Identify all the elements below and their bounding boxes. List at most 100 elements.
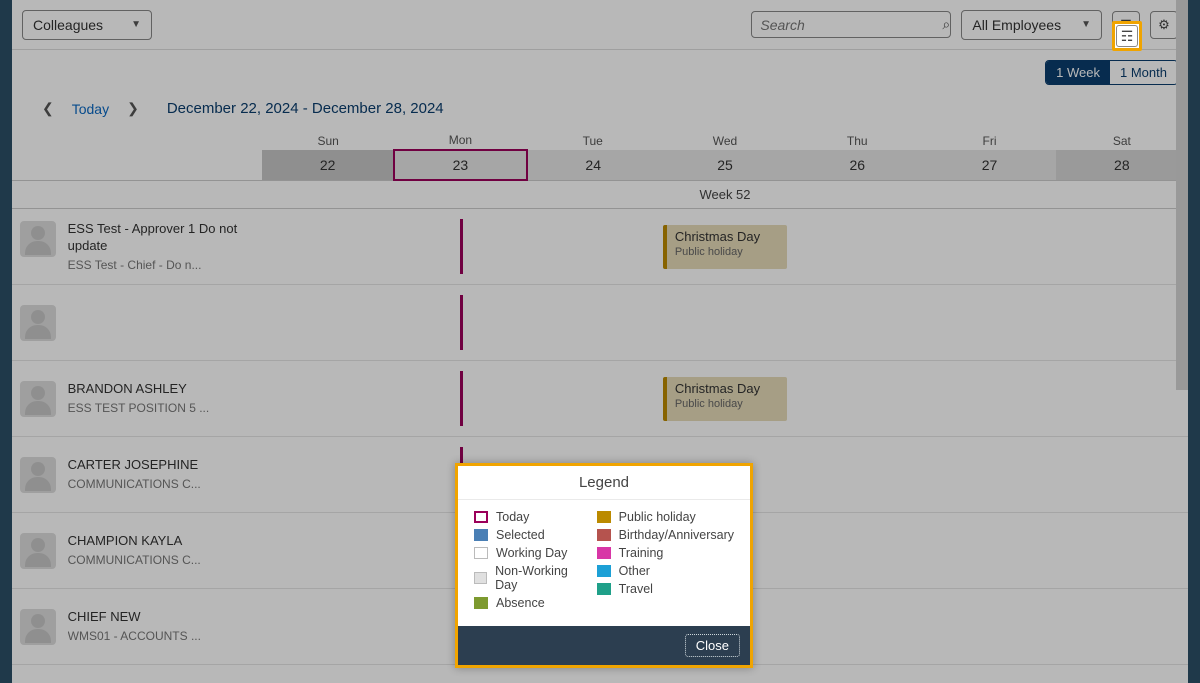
chevron-down-icon: ▼ — [1081, 19, 1091, 30]
day-head-sat: Sat — [1056, 127, 1188, 150]
legend-swatch — [597, 583, 611, 595]
legend-label: Selected — [496, 528, 545, 542]
legend-label: Absence — [496, 596, 545, 610]
event-title: Christmas Day — [675, 229, 779, 244]
settings-button[interactable]: ⚙ — [1150, 11, 1178, 39]
legend-close-button[interactable]: Close — [685, 634, 740, 657]
legend-button[interactable]: ☶ — [1116, 25, 1138, 47]
calendar-event[interactable]: Christmas Day Public holiday — [663, 225, 787, 269]
legend-swatch — [597, 547, 611, 559]
today-button[interactable]: Today — [72, 101, 109, 117]
employee-subtitle: ESS TEST POSITION 5 ... — [68, 401, 210, 415]
legend-item: Selected — [474, 528, 587, 542]
legend-item: Absence — [474, 596, 587, 610]
legend-label: Non-Working Day — [495, 564, 587, 592]
week-row: Week 52 — [12, 180, 1188, 209]
employee-row: BRANDON ASHLEY ESS TEST POSITION 5 ... C… — [12, 361, 1188, 437]
legend-label: Today — [496, 510, 529, 524]
calendar-event[interactable]: Christmas Day Public holiday — [663, 377, 787, 421]
view-toggle-row: 1 Week 1 Month — [12, 50, 1188, 85]
employee-name: CHAMPION KAYLA — [68, 533, 201, 550]
legend-button-highlight: ☶ — [1112, 21, 1142, 51]
legend-item: Training — [597, 546, 734, 560]
avatar — [20, 381, 56, 417]
nav-row: ❮ Today ❯ December 22, 2024 - December 2… — [12, 85, 1188, 127]
legend-title: Legend — [458, 466, 750, 500]
legend-label: Public holiday — [619, 510, 696, 524]
employee-row: ESS Test - Approver 1 Do not update ESS … — [12, 209, 1188, 285]
employee-name: BRANDON ASHLEY — [68, 381, 210, 398]
legend-swatch — [597, 529, 611, 541]
avatar — [20, 457, 56, 493]
avatar — [20, 221, 56, 257]
avatar — [20, 533, 56, 569]
next-week-button[interactable]: ❯ — [127, 100, 139, 117]
date-range: December 22, 2024 - December 28, 2024 — [167, 100, 444, 117]
day-head-fri: Fri — [923, 127, 1055, 150]
avatar — [20, 305, 56, 341]
date-cell-thu[interactable]: 26 — [791, 150, 923, 180]
today-marker — [460, 295, 463, 350]
employee-name: CHIEF NEW — [68, 609, 201, 626]
legend-swatch — [474, 597, 488, 609]
colleagues-dropdown[interactable]: Colleagues ▼ — [22, 10, 152, 40]
view-week-button[interactable]: 1 Week — [1046, 61, 1110, 84]
legend-item: Working Day — [474, 546, 587, 560]
today-marker — [460, 371, 463, 426]
view-month-button[interactable]: 1 Month — [1110, 61, 1177, 84]
date-cell-mon[interactable]: 23 — [394, 150, 526, 180]
date-row: 22 23 24 25 26 27 28 — [12, 150, 1188, 180]
legend-item: Public holiday — [597, 510, 734, 524]
legend-footer: Close — [458, 626, 750, 665]
day-header-row: Sun Mon Tue Wed Thu Fri Sat — [12, 127, 1188, 150]
scrollbar[interactable] — [1176, 0, 1188, 390]
event-title: Christmas Day — [675, 381, 779, 396]
chevron-down-icon: ▼ — [131, 19, 141, 30]
employee-subtitle: WMS01 - ACCOUNTS ... — [68, 629, 201, 643]
search-input[interactable] — [760, 17, 942, 33]
legend-label: Working Day — [496, 546, 567, 560]
search-icon: ⌕ — [942, 16, 950, 33]
legend-item: Birthday/Anniversary — [597, 528, 734, 542]
today-marker — [460, 219, 463, 274]
employee-name: CARTER JOSEPHINE — [68, 457, 201, 474]
legend-swatch — [597, 511, 611, 523]
day-head-mon: Mon — [394, 127, 526, 150]
date-cell-sat[interactable]: 28 — [1056, 150, 1188, 180]
legend-label: Travel — [619, 582, 653, 596]
date-cell-wed[interactable]: 25 — [659, 150, 791, 180]
legend-item: Non-Working Day — [474, 564, 587, 592]
date-cell-fri[interactable]: 27 — [923, 150, 1055, 180]
employee-name: ESS Test - Approver 1 Do not update — [68, 221, 248, 255]
topbar: Colleagues ▼ ⌕ All Employees ▼ ☶ ⚙ — [12, 0, 1188, 50]
employee-subtitle: COMMUNICATIONS C... — [68, 477, 201, 491]
legend-label: Other — [619, 564, 650, 578]
avatar — [20, 609, 56, 645]
date-cell-sun[interactable]: 22 — [262, 150, 394, 180]
event-subtitle: Public holiday — [675, 398, 779, 410]
legend-item: Today — [474, 510, 587, 524]
prev-week-button[interactable]: ❮ — [42, 100, 54, 117]
legend-item: Other — [597, 564, 734, 578]
legend-item: Travel — [597, 582, 734, 596]
week-label: Week 52 — [262, 180, 1188, 209]
legend-label: Training — [619, 546, 664, 560]
legend-swatch — [474, 529, 488, 541]
day-head-wed: Wed — [659, 127, 791, 150]
legend-swatch — [474, 547, 488, 559]
employee-filter-label: All Employees — [972, 17, 1061, 33]
event-subtitle: Public holiday — [675, 246, 779, 258]
employee-subtitle: ESS Test - Chief - Do n... — [68, 258, 248, 272]
employee-filter-dropdown[interactable]: All Employees ▼ — [961, 10, 1102, 40]
legend-swatch — [597, 565, 611, 577]
search-input-wrap[interactable]: ⌕ — [751, 11, 951, 38]
day-head-sun: Sun — [262, 127, 394, 150]
day-head-tue: Tue — [527, 127, 659, 150]
legend-swatch — [474, 572, 487, 584]
view-toggle: 1 Week 1 Month — [1045, 60, 1178, 85]
colleagues-label: Colleagues — [33, 17, 103, 33]
legend-label: Birthday/Anniversary — [619, 528, 734, 542]
date-cell-tue[interactable]: 24 — [527, 150, 659, 180]
legend-swatch — [474, 511, 488, 523]
legend-popup: Legend Today Selected Working Day Non-Worki… — [455, 463, 753, 668]
